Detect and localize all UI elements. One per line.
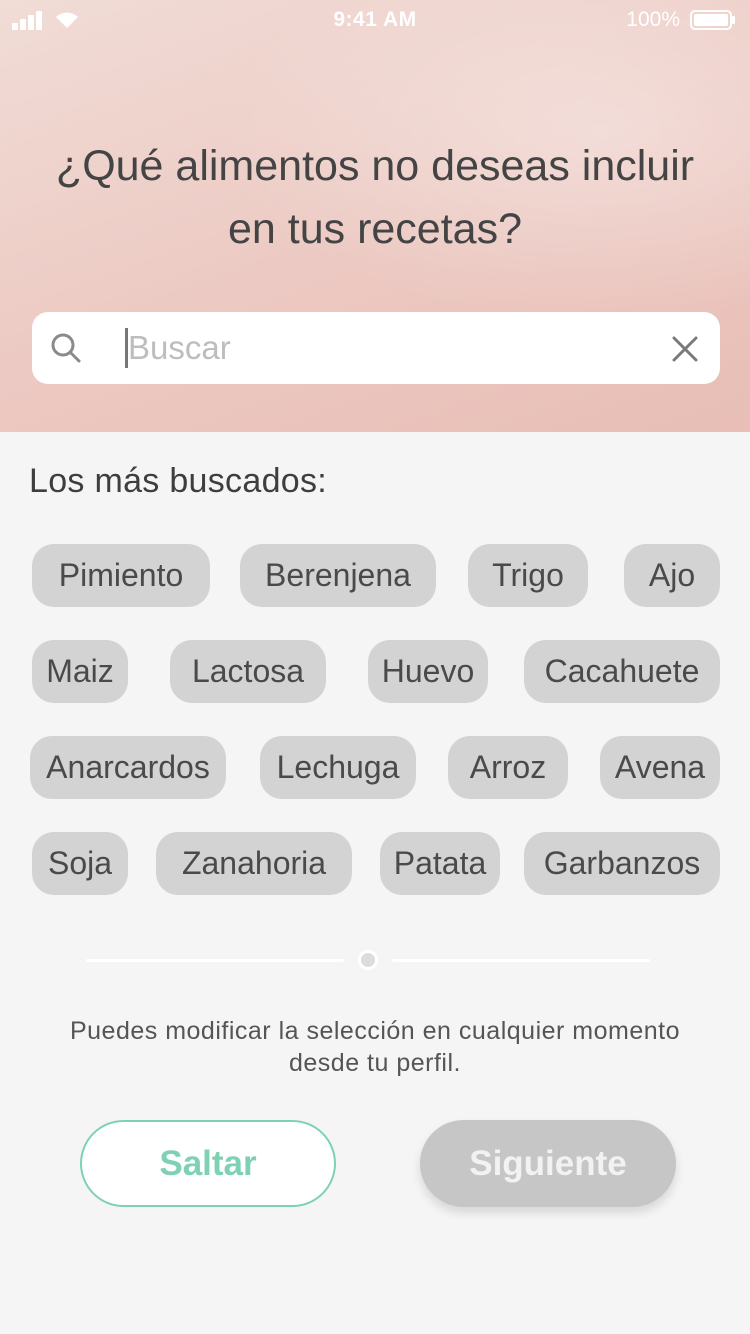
chip-avena[interactable]: Avena [600, 736, 720, 799]
divider-right [392, 959, 650, 962]
header: 9:41 AM 100% ¿Qué alimentos no deseas in… [0, 0, 750, 432]
chip-anarcardos[interactable]: Anarcardos [30, 736, 226, 799]
battery-icon [690, 10, 735, 30]
chip-soja[interactable]: Soja [32, 832, 128, 895]
chip-arroz[interactable]: Arroz [448, 736, 568, 799]
chip-cacahuete[interactable]: Cacahuete [524, 640, 720, 703]
chip-lechuga[interactable]: Lechuga [260, 736, 416, 799]
chip-zanahoria[interactable]: Zanahoria [156, 832, 352, 895]
chip-pimiento[interactable]: Pimiento [32, 544, 210, 607]
search-input[interactable] [128, 312, 648, 384]
close-icon[interactable] [672, 336, 698, 362]
page-title: ¿Qué alimentos no deseas incluir en tus … [55, 142, 695, 253]
chip-berenjena[interactable]: Berenjena [240, 544, 436, 607]
battery-percentage: 100% [626, 8, 680, 31]
chip-trigo[interactable]: Trigo [468, 544, 588, 607]
search-bar[interactable] [32, 312, 720, 384]
divider-dot [358, 950, 378, 970]
search-icon [51, 333, 81, 363]
skip-button[interactable]: Saltar [80, 1120, 336, 1207]
chip-huevo[interactable]: Huevo [368, 640, 488, 703]
info-note: Puedes modificar la selección en cualqui… [69, 1017, 681, 1077]
divider-left [86, 959, 344, 962]
chip-garbanzos[interactable]: Garbanzos [524, 832, 720, 895]
section-label: Los más buscados: [29, 462, 328, 500]
chip-patata[interactable]: Patata [380, 832, 500, 895]
chip-ajo[interactable]: Ajo [624, 544, 720, 607]
status-bar: 9:41 AM 100% [0, 0, 750, 40]
chip-maiz[interactable]: Maiz [32, 640, 128, 703]
next-button[interactable]: Siguiente [420, 1120, 676, 1207]
chip-lactosa[interactable]: Lactosa [170, 640, 326, 703]
